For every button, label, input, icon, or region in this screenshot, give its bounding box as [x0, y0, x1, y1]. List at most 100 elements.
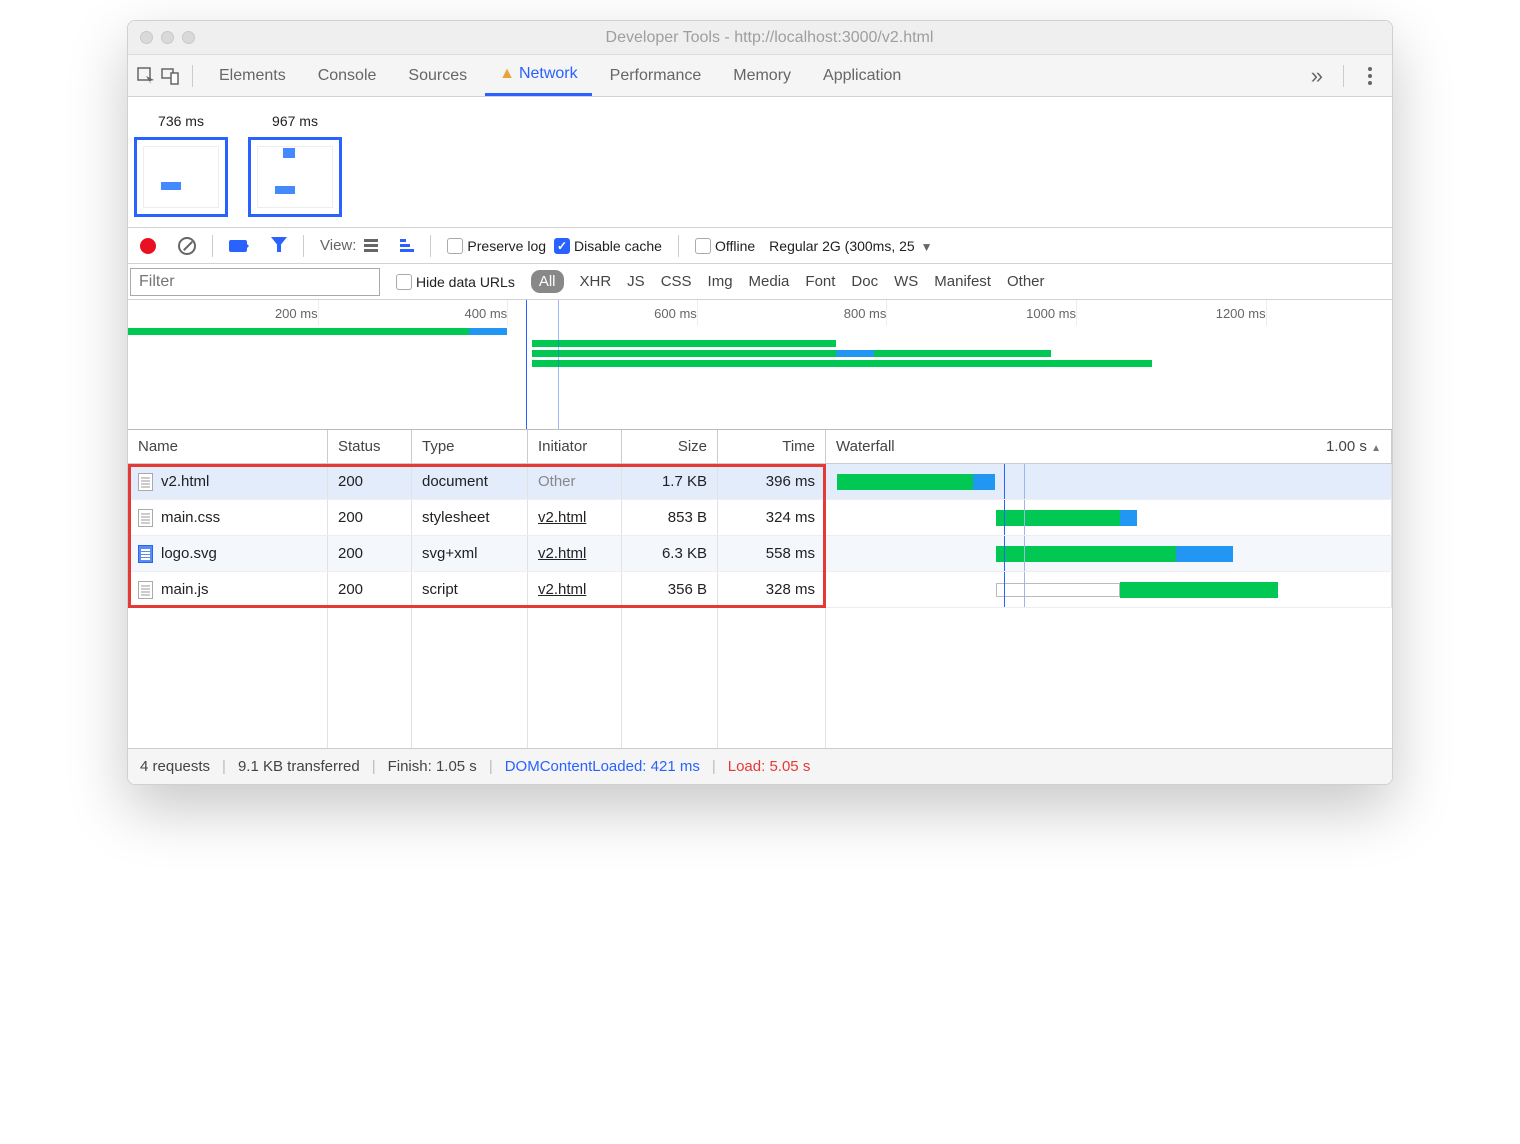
request-size: 1.7 KB: [622, 464, 718, 499]
status-bar: 4 requests | 9.1 KB transferred | Finish…: [128, 748, 1392, 784]
request-status: 200: [328, 500, 412, 535]
record-button[interactable]: [140, 238, 156, 254]
view-label: View:: [320, 237, 356, 254]
filter-type-other[interactable]: Other: [1007, 273, 1045, 290]
checkbox-checked-icon: ✓: [554, 238, 570, 254]
request-name: main.css: [161, 509, 220, 526]
filter-icon[interactable]: [271, 237, 287, 255]
tab-network-label: Network: [519, 65, 578, 83]
filter-type-media[interactable]: Media: [749, 273, 790, 290]
filter-type-css[interactable]: CSS: [661, 273, 692, 290]
request-size: 6.3 KB: [622, 536, 718, 571]
filmstrip-time-0: 736 ms: [158, 113, 204, 129]
col-waterfall[interactable]: Waterfall 1.00 s ▲: [826, 430, 1392, 463]
request-status: 200: [328, 464, 412, 499]
filter-bar: Hide data URLs All XHR JS CSS Img Media …: [128, 264, 1392, 300]
hide-data-urls-checkbox[interactable]: Hide data URLs: [396, 274, 515, 290]
divider: [430, 235, 431, 257]
request-initiator-link[interactable]: v2.html: [538, 509, 586, 526]
request-type: stylesheet: [412, 500, 528, 535]
filter-type-all[interactable]: All: [531, 270, 564, 293]
clear-button[interactable]: [178, 237, 196, 255]
request-status: 200: [328, 572, 412, 607]
filmstrip-frame-0[interactable]: 736 ms: [134, 113, 228, 217]
tick-label: 200 ms: [275, 306, 318, 321]
sort-asc-icon: ▲: [1371, 443, 1381, 454]
warning-icon: ▲: [499, 65, 515, 83]
tick-label: 1000 ms: [1026, 306, 1076, 321]
window-titlebar: Developer Tools - http://localhost:3000/…: [128, 21, 1392, 55]
tick-label: 1200 ms: [1216, 306, 1266, 321]
marker-line: [558, 300, 559, 429]
col-size[interactable]: Size: [622, 430, 718, 463]
request-name: main.js: [161, 581, 209, 598]
divider: [192, 65, 193, 87]
tab-sources[interactable]: Sources: [394, 55, 481, 96]
request-type: svg+xml: [412, 536, 528, 571]
tab-memory[interactable]: Memory: [719, 55, 805, 96]
tab-application[interactable]: Application: [809, 55, 915, 96]
tab-console[interactable]: Console: [304, 55, 391, 96]
checkbox-icon: [695, 238, 711, 254]
request-initiator-link[interactable]: v2.html: [538, 581, 586, 598]
divider: [678, 235, 679, 257]
screenshot-filmstrip: 736 ms 967 ms: [128, 97, 1392, 228]
device-mode-icon[interactable]: [160, 66, 180, 86]
col-type[interactable]: Type: [412, 430, 528, 463]
screenshots-icon[interactable]: [229, 240, 247, 252]
document-icon: [138, 473, 153, 491]
offline-checkbox[interactable]: Offline: [695, 238, 755, 254]
preserve-log-checkbox[interactable]: Preserve log: [447, 238, 546, 254]
waterfall-scale: 1.00 s: [1326, 438, 1367, 455]
filter-type-doc[interactable]: Doc: [851, 273, 878, 290]
request-row-0[interactable]: v2.html 200 document Other 1.7 KB 396 ms: [128, 464, 1392, 500]
requests-count: 4 requests: [140, 758, 210, 775]
tab-performance[interactable]: Performance: [596, 55, 716, 96]
col-status[interactable]: Status: [328, 430, 412, 463]
request-size: 853 B: [622, 500, 718, 535]
filter-type-xhr[interactable]: XHR: [580, 273, 612, 290]
view-list-icon[interactable]: [364, 239, 378, 252]
more-tabs-button[interactable]: »: [1303, 63, 1331, 89]
divider: [303, 235, 304, 257]
timeline-overview[interactable]: 200 ms 400 ms 600 ms 800 ms 1000 ms 1200…: [128, 300, 1392, 430]
filter-type-ws[interactable]: WS: [894, 273, 918, 290]
tab-elements[interactable]: Elements: [205, 55, 300, 96]
throttling-select[interactable]: Regular 2G (300ms, 25 ▼: [769, 238, 932, 254]
empty-area: [128, 608, 1392, 748]
settings-kebab-icon[interactable]: [1356, 67, 1384, 85]
request-time: 558 ms: [718, 536, 826, 571]
request-initiator-link[interactable]: v2.html: [538, 545, 586, 562]
inspect-icon[interactable]: [136, 66, 156, 86]
close-window-button[interactable]: [140, 31, 153, 44]
disable-cache-checkbox[interactable]: ✓ Disable cache: [554, 238, 662, 254]
filter-type-manifest[interactable]: Manifest: [934, 273, 991, 290]
request-row-1[interactable]: main.css 200 stylesheet v2.html 853 B 32…: [128, 500, 1392, 536]
col-name[interactable]: Name: [128, 430, 328, 463]
filter-input[interactable]: [130, 268, 380, 296]
dropdown-icon: ▼: [921, 240, 933, 254]
request-type: document: [412, 464, 528, 499]
preserve-log-label: Preserve log: [467, 238, 546, 254]
main-tabs: Elements Console Sources ▲ Network Perfo…: [128, 55, 1392, 97]
finish-time: Finish: 1.05 s: [388, 758, 477, 775]
request-name: logo.svg: [161, 545, 217, 562]
filter-type-font[interactable]: Font: [805, 273, 835, 290]
request-row-2[interactable]: logo.svg 200 svg+xml v2.html 6.3 KB 558 …: [128, 536, 1392, 572]
filter-type-js[interactable]: JS: [627, 273, 645, 290]
filmstrip-frame-1[interactable]: 967 ms: [248, 113, 342, 217]
request-status: 200: [328, 536, 412, 571]
request-row-3[interactable]: main.js 200 script v2.html 356 B 328 ms: [128, 572, 1392, 608]
view-waterfall-icon[interactable]: [400, 239, 414, 252]
devtools-window: Developer Tools - http://localhost:3000/…: [127, 20, 1393, 785]
filter-type-img[interactable]: Img: [708, 273, 733, 290]
request-name: v2.html: [161, 473, 209, 490]
tab-network[interactable]: ▲ Network: [485, 55, 592, 96]
col-initiator[interactable]: Initiator: [528, 430, 622, 463]
request-type: script: [412, 572, 528, 607]
filmstrip-thumb-0: [134, 137, 228, 217]
network-toolbar: View: Preserve log ✓ Disable cache Offli…: [128, 228, 1392, 264]
tick-label: 400 ms: [465, 306, 508, 321]
document-icon: [138, 581, 153, 599]
col-time[interactable]: Time: [718, 430, 826, 463]
